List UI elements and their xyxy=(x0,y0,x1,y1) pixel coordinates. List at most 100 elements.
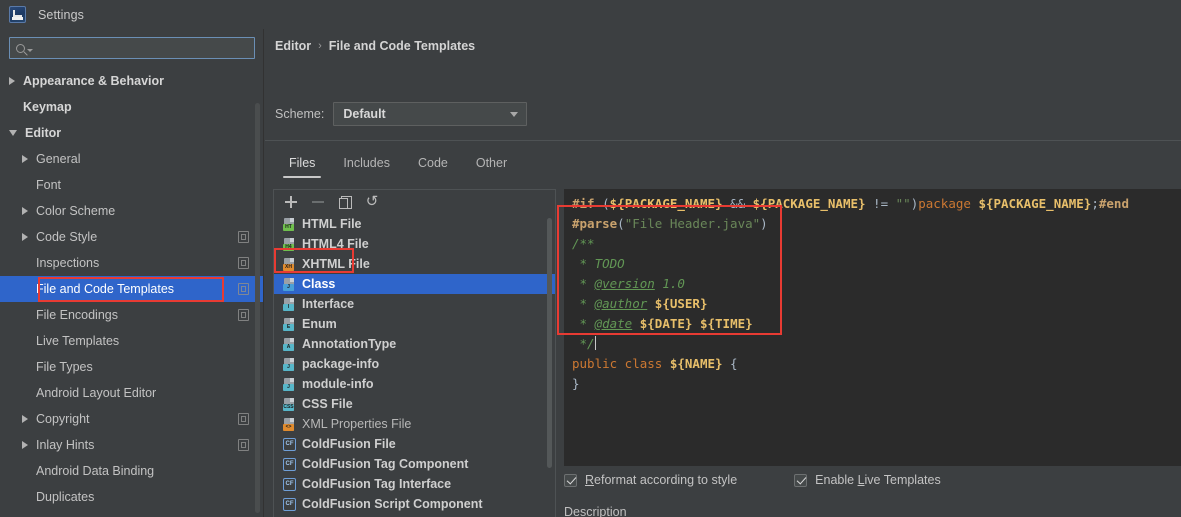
code-content: #if (${PACKAGE_NAME} && ${PACKAGE_NAME} … xyxy=(564,189,1181,394)
code-line: public class ${NAME} { xyxy=(572,354,1181,374)
live-templates-mnemonic: L xyxy=(857,473,865,487)
list-item[interactable]: Jpackage-info xyxy=(274,354,555,374)
sidebar-item-live-templates[interactable]: Live Templates xyxy=(0,328,263,354)
sidebar-item-label: Font xyxy=(36,178,62,192)
live-templates-label-rest: ive Templates xyxy=(864,473,941,487)
scheme-dropdown[interactable]: Default xyxy=(333,102,528,126)
search-input[interactable] xyxy=(37,39,227,57)
scheme-value: Default xyxy=(343,107,386,121)
sidebar-item-general[interactable]: General xyxy=(0,146,263,172)
sidebar-item-label: Keymap xyxy=(23,100,72,114)
copy-icon[interactable] xyxy=(338,195,352,209)
copy-settings-icon[interactable] xyxy=(238,257,249,269)
reformat-label-rest: eformat according to style xyxy=(594,473,738,487)
sidebar-item-color-scheme[interactable]: Color Scheme xyxy=(0,198,263,224)
coldfusion-icon: CF xyxy=(283,477,296,491)
sidebar-item-file-types[interactable]: File Types xyxy=(0,354,263,380)
list-item[interactable]: <> XML Properties File xyxy=(274,414,555,434)
java-module-icon: J xyxy=(283,377,296,391)
sidebar-item-label: Color Scheme xyxy=(36,204,116,218)
code-token: 1.0 xyxy=(654,276,685,291)
code-line: * @author ${USER} xyxy=(572,294,1181,314)
list-item[interactable]: CSS CSS File xyxy=(274,394,555,414)
list-item[interactable]: J Class xyxy=(274,274,555,294)
reformat-checkbox[interactable] xyxy=(564,473,577,487)
sidebar-item-code-style[interactable]: Code Style xyxy=(0,224,263,250)
sidebar-item-label: Editor xyxy=(25,126,62,140)
search-icon xyxy=(16,43,25,53)
minus-icon[interactable] xyxy=(311,195,325,209)
chevron-down-icon[interactable] xyxy=(27,48,33,52)
list-item[interactable]: E Enum xyxy=(274,314,555,334)
live-templates-checkbox[interactable] xyxy=(794,473,808,487)
sidebar-item-label: File Encodings xyxy=(36,308,118,322)
copy-settings-icon[interactable] xyxy=(238,231,249,243)
sidebar-item-label: Code Style xyxy=(36,230,98,244)
sidebar-item-android-layout-editor[interactable]: Android Layout Editor xyxy=(0,380,263,406)
code-token: { xyxy=(722,356,738,371)
copy-settings-icon[interactable] xyxy=(238,413,249,425)
list-item[interactable]: CF ColdFusion Script Component xyxy=(274,494,555,514)
sidebar-scrollbar[interactable] xyxy=(255,103,260,513)
list-item[interactable]: H4 HTML4 File xyxy=(274,234,555,254)
list-item[interactable]: I Interface xyxy=(274,294,555,314)
revert-icon[interactable]: ↺ xyxy=(365,194,379,209)
list-item[interactable]: CF ColdFusion Tag Interface xyxy=(274,474,555,494)
tab-other[interactable]: Other xyxy=(462,151,521,178)
search-box[interactable] xyxy=(9,37,255,59)
list-item[interactable]: CF ColdFusion Tag Component xyxy=(274,454,555,474)
sidebar-item-editor[interactable]: Editor xyxy=(0,120,263,146)
tab-includes[interactable]: Includes xyxy=(329,151,404,178)
chevron-right-icon[interactable] xyxy=(22,415,28,423)
list-item[interactable]: HT HTML File xyxy=(274,214,555,234)
sidebar-item-inlay-hints[interactable]: Inlay Hints xyxy=(0,432,263,458)
tab-files[interactable]: Files xyxy=(275,151,329,178)
chevron-right-icon[interactable] xyxy=(22,207,28,215)
list-item-label: AnnotationType xyxy=(302,337,397,351)
chevron-right-icon[interactable] xyxy=(22,233,28,241)
chevron-right-icon[interactable] xyxy=(22,441,28,449)
template-list-scrollbar[interactable] xyxy=(547,218,552,468)
chevron-right-icon[interactable] xyxy=(22,155,28,163)
template-code-editor[interactable]: #if (${PACKAGE_NAME} && ${PACKAGE_NAME} … xyxy=(564,189,1181,466)
sidebar-item-label: Live Templates xyxy=(36,334,120,348)
list-item-label: module-info xyxy=(302,377,374,391)
sidebar-item-keymap[interactable]: Keymap xyxy=(0,94,263,120)
list-item[interactable]: XH XHTML File xyxy=(274,254,555,274)
copy-settings-icon[interactable] xyxy=(238,283,249,295)
sidebar-item-android-data-binding[interactable]: Android Data Binding xyxy=(0,458,263,484)
list-item[interactable]: Jmodule-info xyxy=(274,374,555,394)
sidebar-item-inspections[interactable]: Inspections xyxy=(0,250,263,276)
sidebar-item-file-encodings[interactable]: File Encodings xyxy=(0,302,263,328)
tab-code[interactable]: Code xyxy=(404,151,462,178)
settings-window: Settings Appearance & Behavior Keymap Edit… xyxy=(0,0,1181,517)
code-token: @author xyxy=(594,296,648,311)
copy-settings-icon[interactable] xyxy=(238,439,249,451)
list-item-label: ColdFusion Tag Interface xyxy=(302,477,452,491)
list-item[interactable]: CF ColdFusion File xyxy=(274,434,555,454)
chevron-down-icon[interactable] xyxy=(9,130,17,136)
java-enum-icon: E xyxy=(283,317,296,331)
code-token: && xyxy=(722,196,753,211)
code-token: "" xyxy=(895,196,911,211)
plus-icon[interactable] xyxy=(284,195,298,209)
list-item[interactable]: A AnnotationType xyxy=(274,334,555,354)
sidebar-item-duplicates[interactable]: Duplicates xyxy=(0,484,263,510)
copy-settings-icon[interactable] xyxy=(238,309,249,321)
code-line: * @date ${DATE} ${TIME} xyxy=(572,314,1181,334)
sidebar-item-appearance-behavior[interactable]: Appearance & Behavior xyxy=(0,68,263,94)
list-item-label: Class xyxy=(302,277,336,291)
sidebar-item-copyright[interactable]: Copyright xyxy=(0,406,263,432)
code-token: * xyxy=(572,256,595,271)
java-annotation-icon: A xyxy=(283,337,296,351)
breadcrumb-parent[interactable]: Editor xyxy=(275,39,311,53)
chevron-right-icon[interactable] xyxy=(9,77,15,85)
sidebar-item-font[interactable]: Font xyxy=(0,172,263,198)
code-line: * TODO xyxy=(572,254,1181,274)
sidebar-item-file-and-code-templates[interactable]: File and Code Templates xyxy=(0,276,263,302)
